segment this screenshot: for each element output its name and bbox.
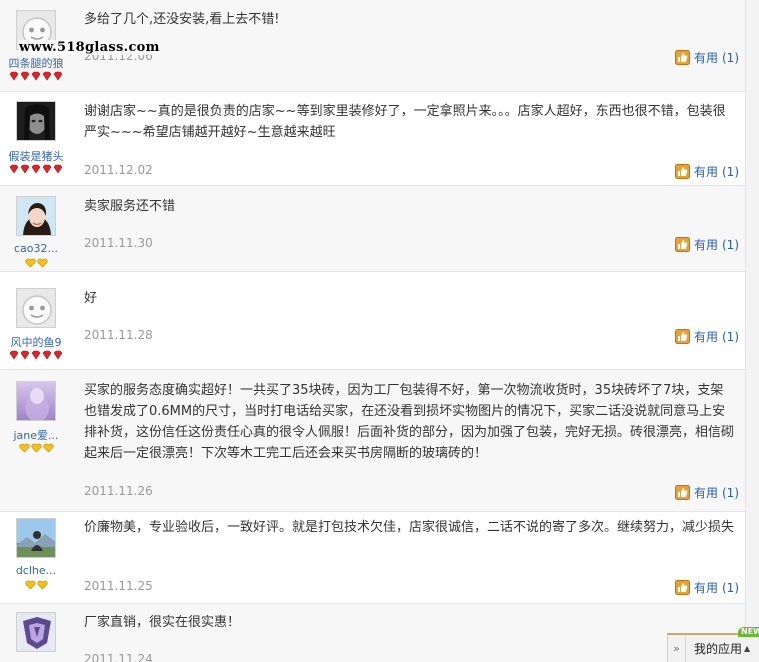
thumbs-up-icon <box>674 329 690 344</box>
review-text: 价廉物美，专业验收后，一致好评。就是打包技术欠佳，店家很诚信，二话不说的寄了多次… <box>84 520 735 535</box>
useful-label: 有用 <box>693 581 718 595</box>
review-date: 2011.12.02 <box>84 163 153 177</box>
thumbs-up-icon <box>674 485 690 500</box>
watermark: www.518glass.com <box>19 40 160 55</box>
useful-button[interactable]: 有用 (1) <box>674 579 739 596</box>
useful-count: (1) <box>722 485 739 500</box>
review-item: jane爱... 买家的服务态度确实超好！一共买了35块砖，因为工厂包装得不好，… <box>0 370 745 512</box>
user-avatar[interactable] <box>16 612 56 652</box>
user-avatar[interactable] <box>16 518 56 558</box>
username-link[interactable]: cao32... <box>0 242 72 255</box>
username-link[interactable]: dclhe... <box>0 564 72 577</box>
thumbs-up-icon <box>674 580 690 595</box>
useful-label: 有用 <box>693 486 718 500</box>
yellow-heart-icon <box>0 258 72 268</box>
review-text: 多给了几个,还没安装,看上去不错! <box>84 12 280 27</box>
username-link[interactable]: 风中的鱼9 <box>0 334 72 350</box>
useful-button[interactable]: 有用 (1) <box>674 328 739 345</box>
thumbs-up-icon <box>674 164 690 179</box>
useful-count: (1) <box>722 580 739 595</box>
review-date: 2011.11.30 <box>84 236 153 250</box>
username-link[interactable]: 假装是猪头 <box>0 148 72 164</box>
review-date: 2011.11.26 <box>84 484 153 498</box>
useful-label: 有用 <box>693 165 718 179</box>
review-text: 卖家服务还不错 <box>84 199 176 214</box>
expand-icon[interactable]: » <box>668 635 686 662</box>
review-text: 谢谢店家~~真的是很负责的店家~~等到家里装修好了，一定拿照片来。。。店家人超好… <box>84 104 726 140</box>
useful-label: 有用 <box>693 238 718 252</box>
username-link[interactable]: 四条腿的狼 <box>0 55 72 71</box>
review-item: cao32... 卖家服务还不错 2011.11.30 有用 (1) <box>0 186 745 272</box>
red-diamond-icon <box>0 164 72 174</box>
review-text: 厂家直销，很实在很实惠！ <box>84 615 241 630</box>
username-link[interactable]: jane爱... <box>0 427 72 443</box>
review-text: 好 <box>84 291 98 306</box>
review-date: 2011.11.28 <box>84 328 153 342</box>
useful-button[interactable]: 有用 (1) <box>674 484 739 501</box>
yellow-heart-icon <box>0 580 72 590</box>
review-item: 厂家直销，很实在很实惠！ 2011.11.24 <box>0 604 745 662</box>
red-diamond-icon <box>0 350 72 360</box>
yellow-heart-icon <box>0 443 72 453</box>
default-face-icon[interactable] <box>16 288 56 328</box>
red-diamond-icon <box>0 71 72 81</box>
useful-count: (1) <box>722 50 739 65</box>
my-apps-label: 我的应用 <box>694 642 743 656</box>
review-list: 四条腿的狼 多给了几个,还没安装,看上去不错! 2011.12.06 有用 (1… <box>0 0 745 662</box>
useful-count: (1) <box>722 329 739 344</box>
review-item: dclhe... 价廉物美，专业验收后，一致好评。就是打包技术欠佳，店家很诚信，… <box>0 512 745 604</box>
review-item: 假装是猪头 谢谢店家~~真的是很负责的店家~~等到家里装修好了，一定拿照片来。。… <box>0 92 745 186</box>
scrollbar[interactable] <box>745 0 759 662</box>
new-badge: NEW <box>738 627 759 637</box>
caret-up-icon: ▲ <box>744 644 751 653</box>
useful-button[interactable]: 有用 (1) <box>674 49 739 66</box>
useful-button[interactable]: 有用 (1) <box>674 236 739 253</box>
thumbs-up-icon <box>674 50 690 65</box>
useful-count: (1) <box>722 164 739 179</box>
review-text: 买家的服务态度确实超好！一共买了35块砖，因为工厂包装得不好，第一次物流收货时，… <box>84 383 735 461</box>
user-avatar[interactable] <box>16 381 56 421</box>
my-apps-bar[interactable]: » 我的应用 ▲ <box>667 633 759 662</box>
useful-label: 有用 <box>693 51 718 65</box>
useful-count: (1) <box>722 237 739 252</box>
review-date: 2011.11.24 <box>84 652 153 662</box>
review-item: 风中的鱼9 好 2011.11.28 有用 (1) <box>0 272 745 370</box>
review-date: 2011.11.25 <box>84 579 153 593</box>
useful-label: 有用 <box>693 330 718 344</box>
thumbs-up-icon <box>674 237 690 252</box>
user-avatar[interactable] <box>16 196 56 236</box>
useful-button[interactable]: 有用 (1) <box>674 163 739 180</box>
user-avatar[interactable] <box>16 101 56 141</box>
